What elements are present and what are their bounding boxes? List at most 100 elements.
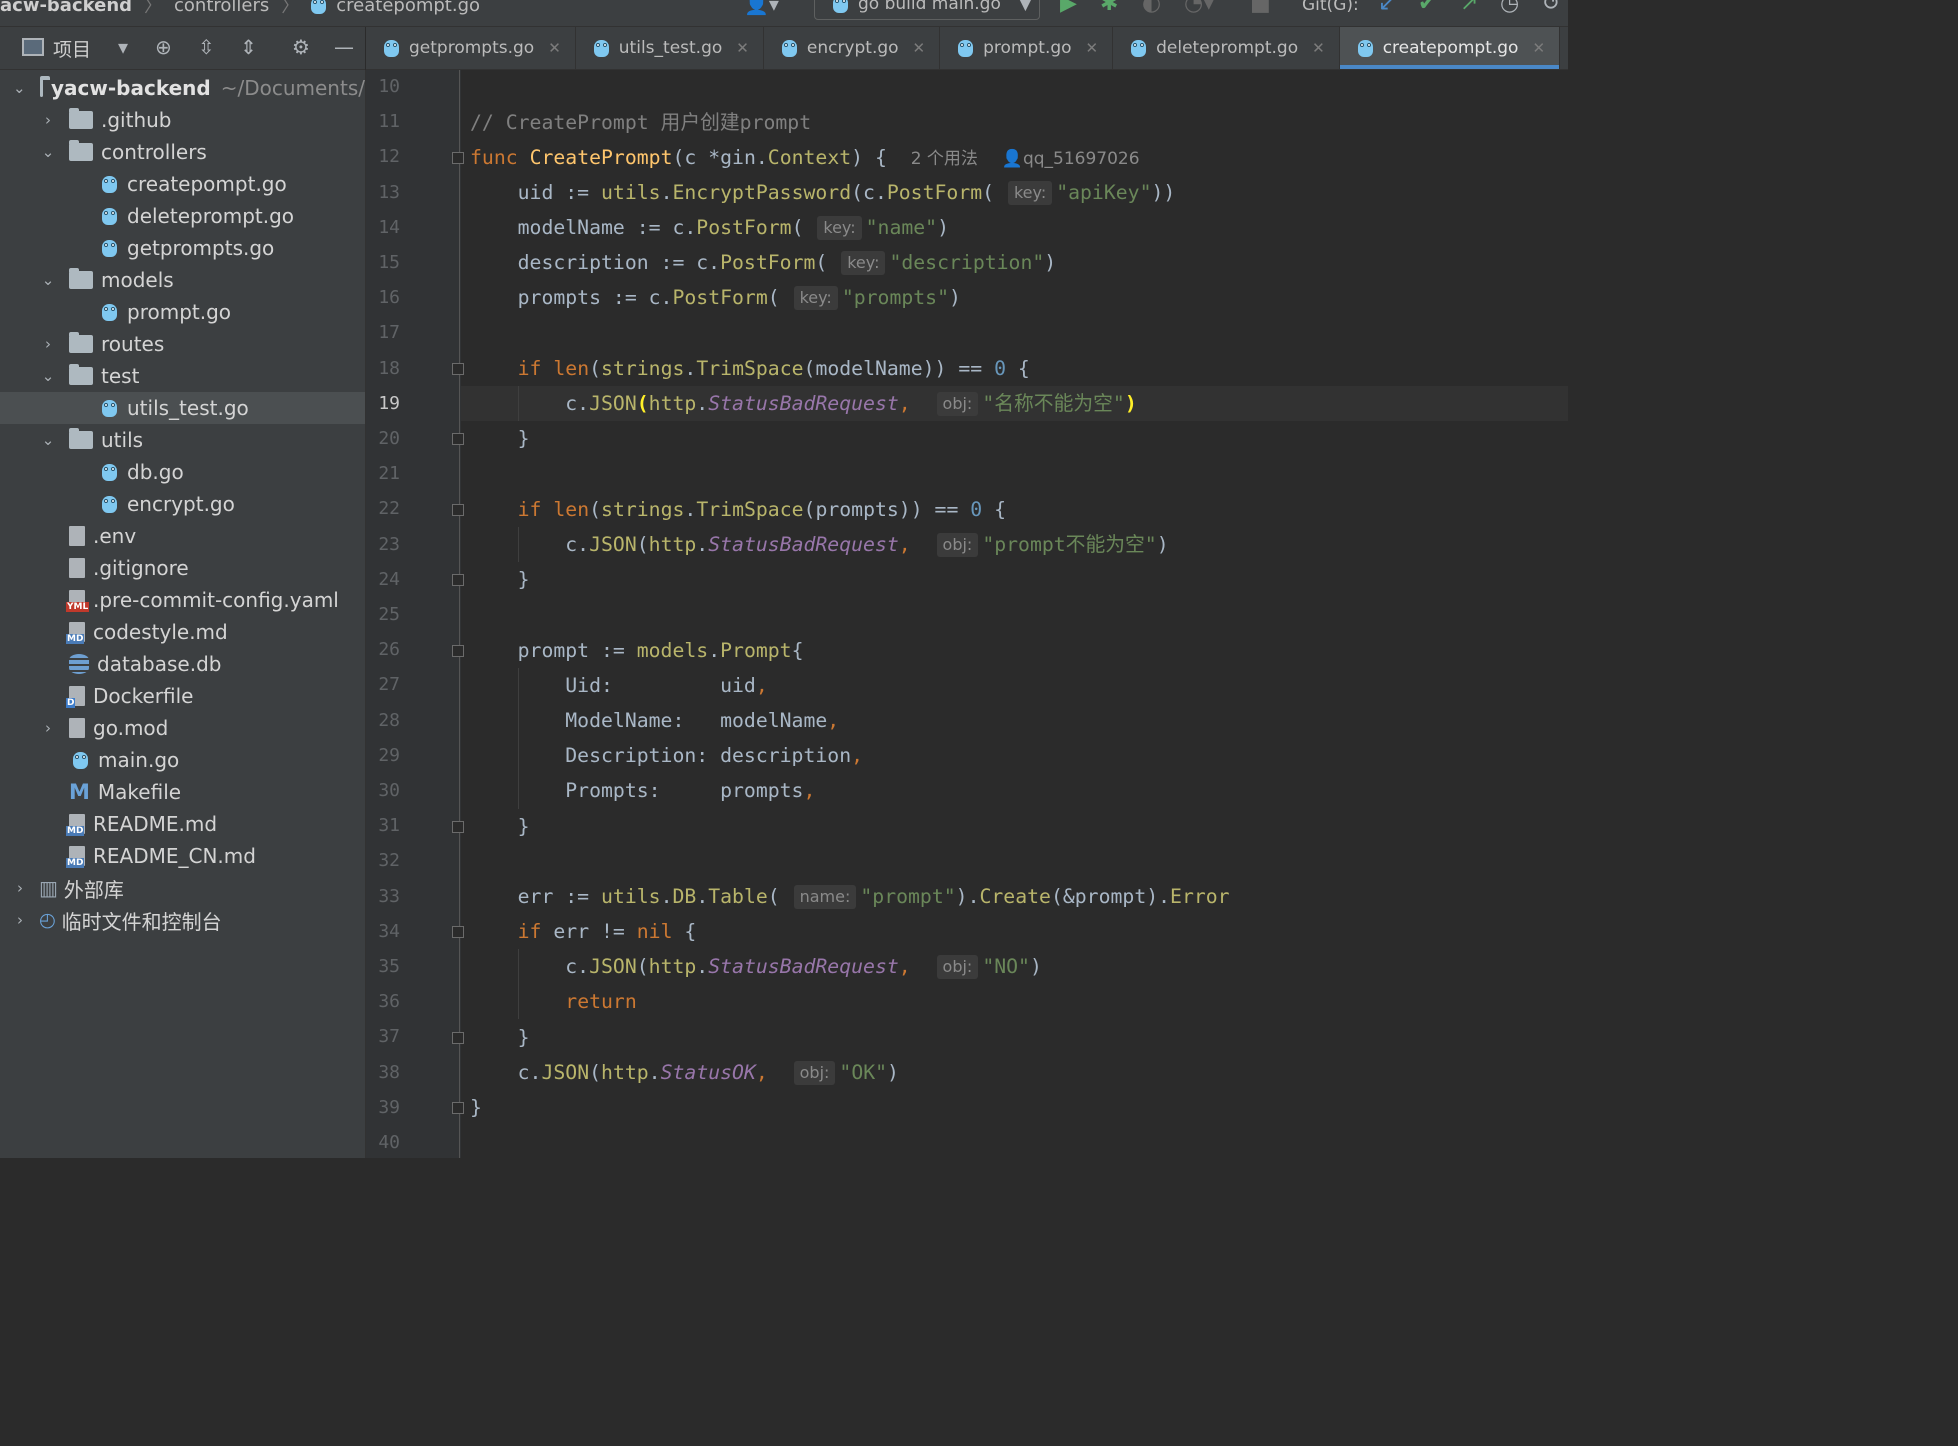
gear-icon[interactable]: ⚙ <box>292 35 310 59</box>
code-line-12[interactable]: func CreatePrompt(c *gin.Context) { 2 个用… <box>470 140 1140 175</box>
tree-item[interactable]: createpompt.go <box>0 168 365 200</box>
tree-item[interactable]: › .github <box>0 104 365 136</box>
code-line-26[interactable]: prompt := models.Prompt{ <box>470 633 804 668</box>
chevron-right-icon[interactable]: › <box>13 879 27 897</box>
code-line-28[interactable]: ModelName: modelName, <box>470 703 839 738</box>
line-number[interactable]: 30 <box>366 780 400 801</box>
git-update-icon[interactable]: ↙ <box>1378 0 1396 17</box>
code-line-35[interactable]: c.JSON(http.StatusBadRequest, obj: "NO") <box>470 949 1042 984</box>
stop-icon[interactable]: ■ <box>1250 0 1271 17</box>
close-icon[interactable]: ✕ <box>548 39 561 57</box>
tree-item[interactable]: database.db <box>0 648 365 680</box>
line-number[interactable]: 32 <box>366 850 400 871</box>
fold-marker[interactable] <box>452 1102 464 1114</box>
git-commit-icon[interactable]: ✔ <box>1418 0 1436 17</box>
code-line-15[interactable]: description := c.PostForm( key: "descript… <box>470 245 1056 280</box>
line-number[interactable]: 34 <box>366 921 400 942</box>
line-number[interactable]: 21 <box>366 463 400 484</box>
close-icon[interactable]: ✕ <box>1532 39 1545 57</box>
chevron-down-icon[interactable]: ⌄ <box>41 271 55 289</box>
code-line-27[interactable]: Uid: uid, <box>470 668 767 703</box>
code-line-33[interactable]: err := utils.DB.Table( name: "prompt").Cr… <box>470 879 1230 914</box>
chevron-down-icon[interactable]: ⌄ <box>41 143 55 161</box>
author-name[interactable]: qq_51697026 <box>1023 149 1140 169</box>
tree-item[interactable]: encrypt.go <box>0 488 365 520</box>
line-number[interactable]: 29 <box>366 745 400 766</box>
fold-marker[interactable] <box>452 504 464 516</box>
close-icon[interactable]: ✕ <box>1086 39 1099 57</box>
run-icon[interactable]: ▶ <box>1060 0 1077 17</box>
user-icon[interactable]: 👤▾ <box>744 0 779 17</box>
chevron-right-icon[interactable]: › <box>41 719 55 737</box>
line-number[interactable]: 17 <box>366 322 400 343</box>
tree-scratches[interactable]: › ◴ 临时文件和控制台 <box>0 904 365 936</box>
code-line-39[interactable]: } <box>470 1090 482 1125</box>
tab-deleteprompt[interactable]: deleteprompt.go ✕ <box>1113 27 1340 69</box>
fold-marker[interactable] <box>452 574 464 586</box>
tab-prompt[interactable]: prompt.go ✕ <box>940 27 1114 69</box>
debug-icon[interactable]: ✱ <box>1100 0 1118 17</box>
fold-marker[interactable] <box>452 926 464 938</box>
code-line-24[interactable]: } <box>470 562 530 597</box>
line-number[interactable]: 22 <box>366 498 400 519</box>
tab-encrypt[interactable]: encrypt.go ✕ <box>764 27 941 69</box>
breadcrumb-folder[interactable]: controllers <box>174 0 269 16</box>
tree-item[interactable]: prompt.go <box>0 296 365 328</box>
tree-item[interactable]: ⌄ utils <box>0 424 365 456</box>
tree-item[interactable]: main.go <box>0 744 365 776</box>
git-rollback-icon[interactable]: ↺ <box>1542 0 1560 17</box>
tree-item[interactable]: D Dockerfile <box>0 680 365 712</box>
tree-item[interactable]: MD codestyle.md <box>0 616 365 648</box>
chevron-down-icon[interactable]: ▾ <box>118 35 128 59</box>
tree-item[interactable]: M Makefile <box>0 776 365 808</box>
line-number[interactable]: 14 <box>366 217 400 238</box>
line-number[interactable]: 12 <box>366 146 400 167</box>
line-number[interactable]: 37 <box>366 1026 400 1047</box>
usages-count[interactable]: 2 个用法 <box>911 149 978 169</box>
chevron-down-icon[interactable]: ⌄ <box>13 79 26 97</box>
close-icon[interactable]: ✕ <box>913 39 926 57</box>
line-number[interactable]: 20 <box>366 428 400 449</box>
fold-marker[interactable] <box>452 363 464 375</box>
tab-createpompt[interactable]: createpompt.go ✕ <box>1339 27 1561 69</box>
chevron-right-icon[interactable]: › <box>41 335 55 353</box>
line-number[interactable]: 40 <box>366 1132 400 1153</box>
tree-item[interactable]: getprompts.go <box>0 232 365 264</box>
line-number[interactable]: 27 <box>366 674 400 695</box>
close-icon[interactable]: ✕ <box>1312 39 1325 57</box>
coverage-icon[interactable]: ◐ <box>1142 0 1161 17</box>
chevron-down-icon[interactable]: ⌄ <box>41 431 55 449</box>
line-number[interactable]: 10 <box>366 76 400 97</box>
run-configuration-select[interactable]: go build main.go ▼ <box>814 0 1040 20</box>
fold-marker[interactable] <box>452 433 464 445</box>
project-panel-title[interactable]: 项目 <box>53 35 91 62</box>
line-number[interactable]: 13 <box>366 182 400 203</box>
code-line-22[interactable]: if len(strings.TrimSpace(prompts)) == 0 … <box>470 492 1006 527</box>
profile-icon[interactable]: ◔▾ <box>1184 0 1214 17</box>
line-number[interactable]: 11 <box>366 111 400 132</box>
tree-item[interactable]: deleteprompt.go <box>0 200 365 232</box>
chevron-right-icon[interactable]: › <box>13 911 27 929</box>
code-line-16[interactable]: prompts := c.PostForm( key: "prompts") <box>470 280 961 315</box>
code-line-37[interactable]: } <box>470 1020 530 1055</box>
fold-marker[interactable] <box>452 1032 464 1044</box>
code-line-14[interactable]: modelName := c.PostForm( key: "name") <box>470 210 949 245</box>
line-number[interactable]: 16 <box>366 287 400 308</box>
line-number[interactable]: 36 <box>366 991 400 1012</box>
code-line-23[interactable]: c.JSON(http.StatusBadRequest, obj: "promp… <box>470 527 1169 562</box>
fold-marker[interactable] <box>452 821 464 833</box>
code-line-11[interactable]: // CreatePrompt 用户创建prompt <box>470 105 811 140</box>
tree-item[interactable]: YML .pre-commit-config.yaml <box>0 584 365 616</box>
tree-item[interactable]: MD README_CN.md <box>0 840 365 872</box>
tree-external-libraries[interactable]: › ▥ 外部库 <box>0 872 365 904</box>
tree-item[interactable]: utils_test.go <box>0 392 365 424</box>
expand-all-icon[interactable]: ⇳ <box>198 35 215 59</box>
tree-item[interactable]: ⌄ controllers <box>0 136 365 168</box>
chevron-down-icon[interactable]: ⌄ <box>41 367 55 385</box>
line-number[interactable]: 28 <box>366 710 400 731</box>
line-number[interactable]: 39 <box>366 1097 400 1118</box>
line-number[interactable]: 24 <box>366 569 400 590</box>
code-editor[interactable]: 10 11 12 13 14 15 16 17 18 19 20 21 22 23 24 25 26 27 28 29… <box>366 70 1568 1158</box>
fold-marker[interactable] <box>452 152 464 164</box>
line-number[interactable]: 26 <box>366 639 400 660</box>
